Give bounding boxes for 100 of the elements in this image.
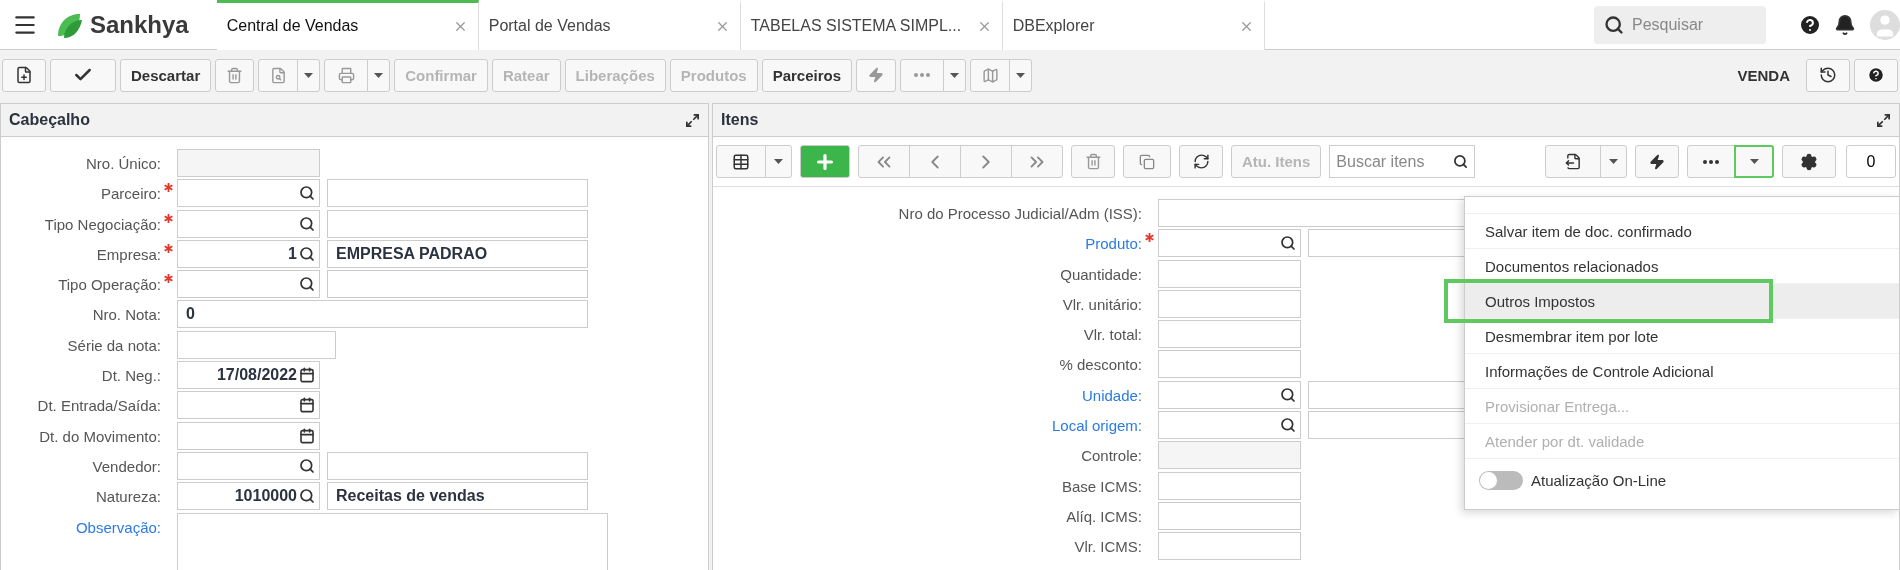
search-icon [299,215,315,232]
copy-icon [1139,153,1155,170]
date-field[interactable] [177,421,320,450]
new-document-button[interactable] [2,58,46,92]
menu-item[interactable]: Documentos relacionados [1465,248,1899,283]
field-link[interactable]: Unidade: [713,380,1142,404]
export-button[interactable] [1545,145,1601,178]
notification-button[interactable] [1834,13,1856,36]
mode-label: VENDA [1737,66,1790,84]
lookup-field[interactable] [1158,411,1301,440]
input-field[interactable] [1158,532,1301,561]
dropdown-button[interactable] [943,58,967,92]
description-text: EMPRESA PADRAO [336,244,488,263]
field-label: Natureza: [94,487,161,506]
input-field[interactable]: 0 [177,300,588,329]
required-icon [164,274,173,284]
delete-button[interactable] [215,58,255,92]
field-label: Parceiro: [99,184,161,203]
input-field[interactable] [1158,289,1301,318]
input-field[interactable] [1158,471,1301,500]
dropdown-button[interactable] [367,58,391,92]
lightning-icon [868,67,885,83]
input-field[interactable] [1158,259,1301,288]
toggle-switch[interactable] [1479,471,1523,490]
new-document-icon [15,66,33,84]
more-button[interactable] [1687,145,1735,178]
field-link[interactable]: Observação: [1,512,161,536]
menu-item[interactable]: Desmembrar item por lote [1465,318,1899,353]
panel-title: Cabeçalho [9,111,90,129]
menu-item[interactable]: Informações de Controle Adicional [1465,353,1899,388]
required-icon [164,183,173,193]
help-icon [1867,66,1885,84]
description-text: Receitas de vendas [336,487,485,506]
calendar-icon [299,397,315,414]
document-search-icon [269,66,287,84]
field-label: Vlr. total: [1082,325,1142,344]
lookup-field[interactable] [177,270,320,299]
print-button[interactable] [324,58,369,92]
required-icon [164,213,173,223]
lookup-field[interactable] [177,209,320,238]
dropdown-button[interactable] [765,145,792,178]
toggle-label: Atualização On-Line [1531,472,1667,489]
tab-title: Portal de Vendas [488,17,611,35]
search-field[interactable]: Buscar itens [1329,145,1476,178]
dropdown-button[interactable] [1600,145,1627,178]
app-tab[interactable]: Central de Vendas [216,0,479,50]
history-button[interactable] [1806,58,1850,92]
search-icon [1280,386,1296,403]
count-field[interactable]: 0 [1846,145,1896,178]
panel-title: Itens [721,111,759,129]
dropdown-button[interactable] [297,58,321,92]
app-tab[interactable]: Portal de Vendas [478,0,741,50]
dropdown-button[interactable] [1009,58,1033,92]
menu-item[interactable]: Salvar item de doc. confirmado [1465,213,1899,248]
date-field[interactable]: 17/08/2022 [177,361,320,390]
settings-button[interactable] [1782,145,1836,178]
app-tab[interactable]: TABELAS SISTEMA SIMPL... [740,0,1003,50]
lookup-field[interactable] [177,179,320,208]
avatar[interactable] [1870,9,1900,40]
grid-view-button[interactable] [716,145,766,178]
input-field[interactable] [1158,501,1301,530]
field-label: Base ICMS: [1060,476,1142,495]
more-icon [914,73,931,77]
field-label: % desconto: [1058,355,1142,374]
field-link[interactable]: Produto: [713,229,1142,253]
search-document-button[interactable] [258,58,299,92]
search-field[interactable]: Pesquisar [1594,5,1766,44]
action-button[interactable] [1635,145,1679,178]
field-label: Alíq. ICMS: [1065,506,1142,525]
field-label: Nro. Nota: [91,305,161,324]
lookup-field[interactable]: 1 [177,239,320,268]
first-button[interactable] [858,145,910,178]
menu-item[interactable]: Outros Impostos [1465,283,1899,318]
app-tab[interactable]: DBExplorer [1002,0,1265,50]
input-field[interactable] [1158,320,1301,349]
next-button[interactable] [960,145,1012,178]
delete-button[interactable] [1071,145,1115,178]
caret-icon [950,72,960,78]
field-link[interactable]: Local origem: [713,411,1142,435]
field-value: 1 [288,244,297,263]
table-icon [732,152,750,171]
add-button[interactable] [800,145,850,178]
previous-button[interactable] [909,145,961,178]
map-button[interactable] [970,58,1011,92]
lookup-field[interactable] [177,451,320,480]
refresh-button[interactable] [1179,145,1223,178]
lookup-field[interactable] [1158,380,1301,409]
confirm-check-button[interactable] [50,58,116,92]
lightning-icon [1649,153,1665,170]
toolbar-button[interactable]: Descartar [120,58,212,92]
date-field[interactable] [177,391,320,420]
input-field[interactable] [1158,350,1301,379]
lookup-field[interactable] [1158,229,1301,258]
lookup-field[interactable]: 1010000 [177,482,320,511]
help-button[interactable] [1854,58,1898,92]
search-icon [1453,154,1469,169]
copy-button[interactable] [1123,145,1171,178]
toolbar-button[interactable]: Parceiros [761,58,853,92]
last-button[interactable] [1011,145,1063,178]
input-field[interactable] [177,330,336,359]
